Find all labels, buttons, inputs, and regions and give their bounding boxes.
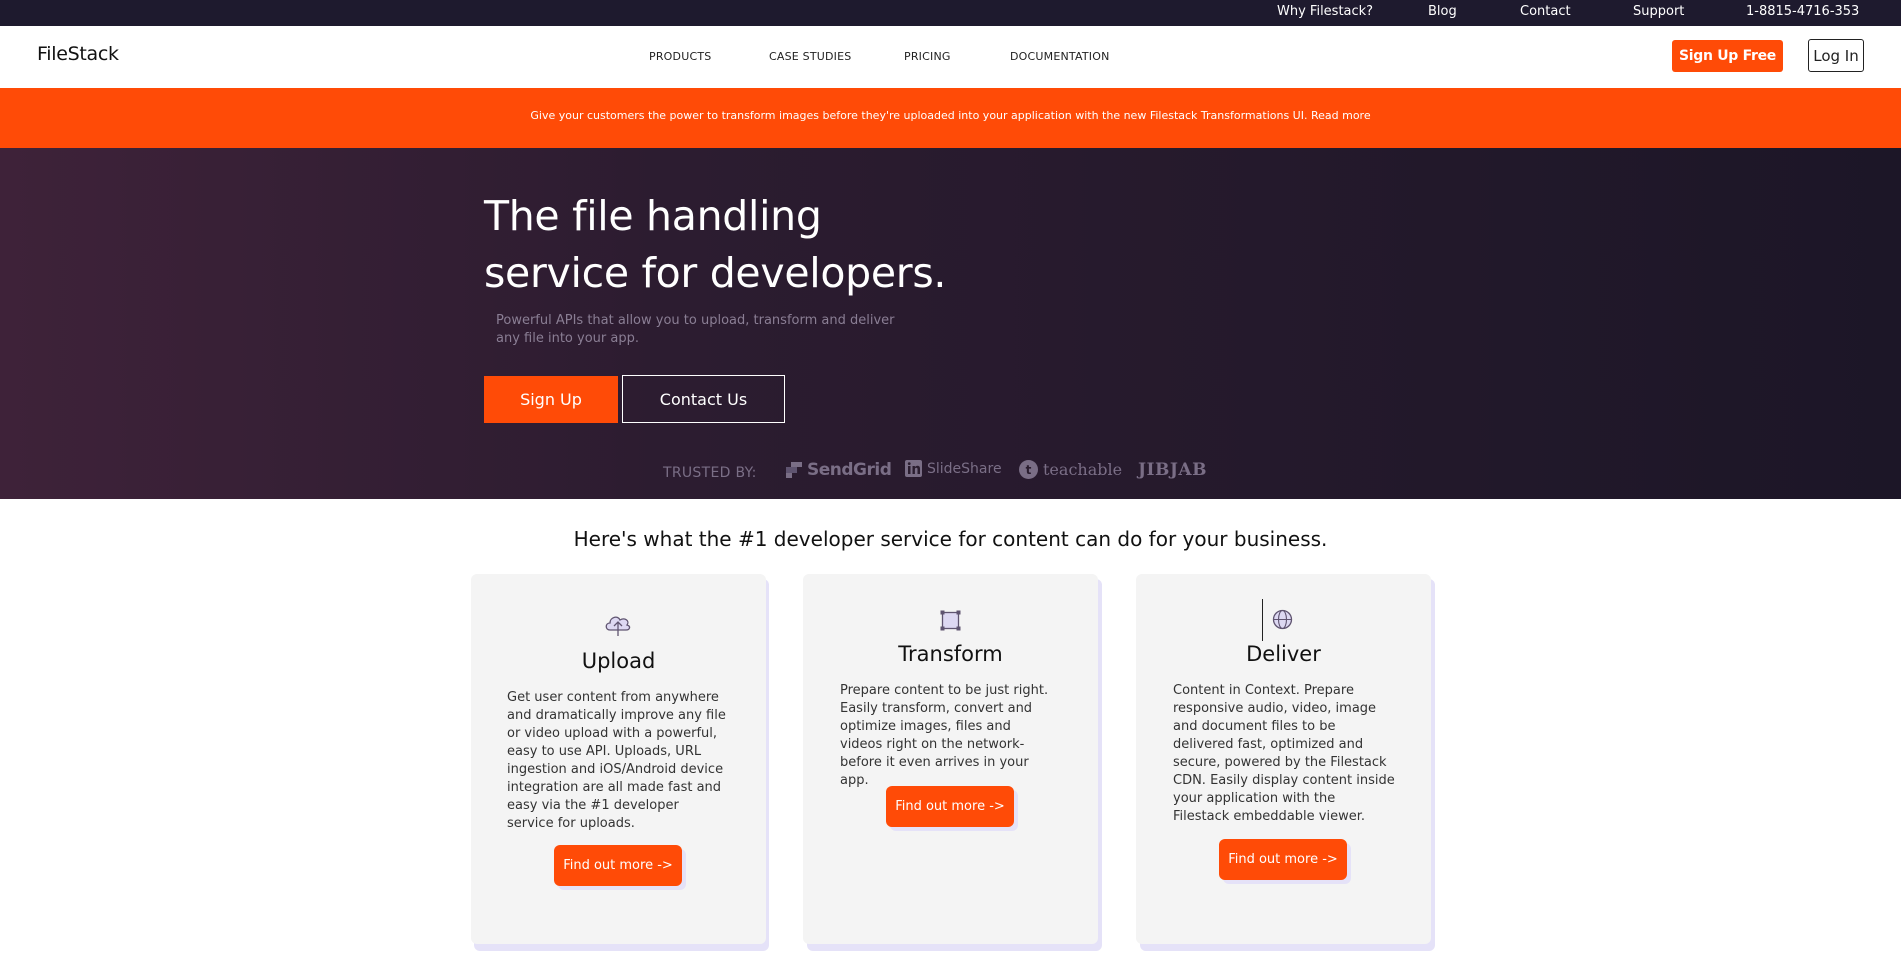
hero-title-line2: service for developers.: [484, 249, 947, 297]
features-title: Here's what the #1 developer service for…: [573, 527, 1328, 551]
hero-title-line1: The file handling: [484, 192, 822, 240]
jibjab-logo: JIBJAB: [1138, 460, 1207, 480]
nav-products[interactable]: PRODUCTS: [649, 50, 711, 63]
svg-text:t: t: [1026, 463, 1032, 477]
jibjab-label: JIBJAB: [1138, 460, 1207, 480]
nav-case-studies[interactable]: CASE STUDIES: [769, 50, 851, 63]
main-nav: FileStack PRODUCTS CASE STUDIES PRICING …: [0, 26, 1901, 88]
announcement-link[interactable]: Give your customers the power to transfo…: [0, 109, 1901, 122]
hero-section: The file handling service for developers…: [0, 148, 1901, 499]
contact-link[interactable]: Contact: [1520, 4, 1571, 19]
slideshare-logo: SlideShare: [905, 460, 1002, 477]
nav-documentation[interactable]: DOCUMENTATION: [1010, 50, 1110, 63]
upload-card-title: Upload: [581, 649, 656, 673]
filestack-logo[interactable]: FileStack: [37, 43, 119, 65]
transform-icon: [940, 610, 961, 631]
sendgrid-logo: SendGrid: [786, 460, 892, 480]
support-link[interactable]: Support: [1633, 4, 1684, 19]
linkedin-icon: [905, 460, 922, 477]
cloud-upload-icon: [605, 616, 631, 636]
why-filestack-link[interactable]: Why Filestack?: [1277, 4, 1373, 19]
sign-up-button[interactable]: Sign Up: [484, 376, 618, 423]
teachable-logo: t teachable: [1019, 460, 1122, 479]
blog-link[interactable]: Blog: [1428, 4, 1457, 19]
globe-icon: [1272, 609, 1293, 630]
teachable-icon: t: [1019, 460, 1038, 479]
sign-up-free-button[interactable]: Sign Up Free: [1672, 40, 1783, 72]
trusted-by-label: TRUSTED BY:: [663, 465, 757, 481]
phone-link[interactable]: 1-8815-4716-353: [1746, 4, 1859, 19]
sendgrid-label: SendGrid: [807, 460, 892, 480]
deliver-card-title: Deliver: [1246, 642, 1321, 666]
announcement-banner: Give your customers the power to transfo…: [0, 88, 1901, 148]
top-utility-bar: Why Filestack? Blog Contact Support 1-88…: [0, 0, 1901, 26]
text-cursor-line: [1262, 599, 1263, 641]
transform-card-text: Prepare content to be just right. Easily…: [840, 683, 1049, 788]
deliver-card-text: Content in Context. Prepare responsive a…: [1173, 683, 1395, 824]
deliver-find-out-more-button[interactable]: Find out more ->: [1219, 839, 1347, 880]
teachable-label: teachable: [1043, 460, 1123, 479]
transform-card-title: Transform: [898, 642, 1003, 666]
contact-us-button[interactable]: Contact Us: [622, 375, 785, 423]
deliver-card: Deliver Content in Context. Prepare resp…: [1136, 574, 1431, 944]
hero-subtitle: Powerful APIs that allow you to upload, …: [496, 313, 895, 346]
nav-pricing[interactable]: PRICING: [904, 50, 951, 63]
slideshare-label: SlideShare: [927, 460, 1002, 477]
transform-card: Transform Prepare content to be just rig…: [803, 574, 1098, 944]
upload-card-text: Get user content from anywhere and drama…: [507, 690, 726, 831]
log-in-button[interactable]: Log In: [1808, 39, 1864, 72]
upload-find-out-more-button[interactable]: Find out more ->: [554, 845, 682, 886]
hero-title: The file handling service for developers…: [484, 188, 946, 302]
sendgrid-icon: [786, 462, 802, 478]
transform-find-out-more-button[interactable]: Find out more ->: [886, 786, 1014, 827]
